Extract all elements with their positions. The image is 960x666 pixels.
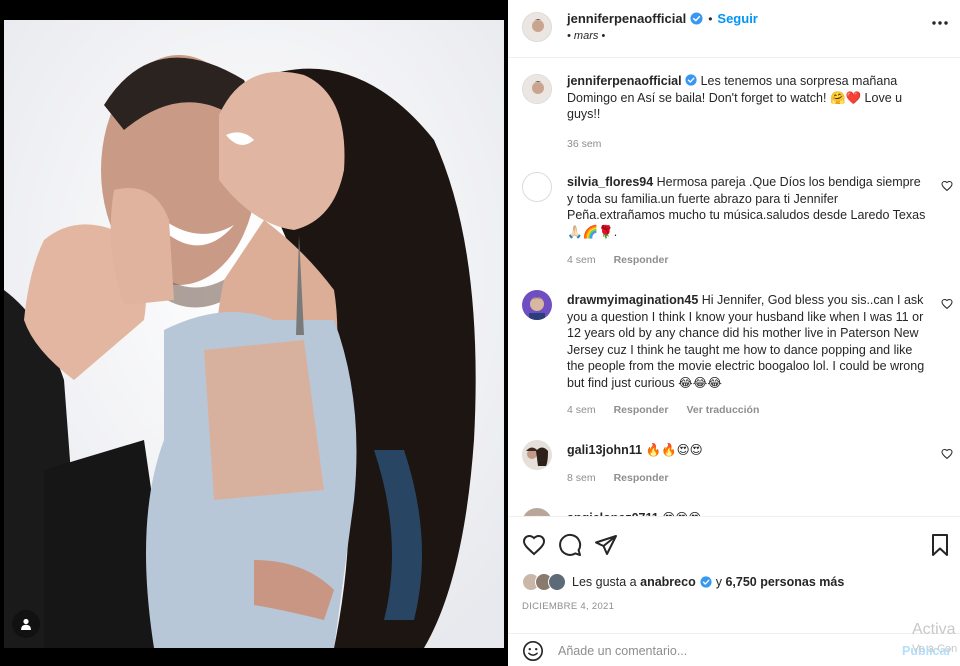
emoji-smiley-icon[interactable] — [522, 640, 544, 662]
comment-avatar[interactable] — [522, 508, 552, 516]
caption-time[interactable]: 36 sem — [567, 138, 601, 150]
comment-bubble-icon[interactable] — [558, 533, 582, 557]
avatar-image — [522, 440, 552, 470]
share-send-icon[interactable] — [594, 533, 618, 557]
author-avatar[interactable] — [522, 12, 552, 42]
comment-username[interactable]: silvia_flores94 — [567, 175, 653, 189]
caption-meta: 36 sem — [567, 138, 601, 150]
likes-connector: y — [715, 575, 722, 589]
likes-count[interactable]: 6,750 personas más — [725, 575, 844, 589]
comment-time[interactable]: 4 sem — [567, 254, 596, 266]
comment-avatar[interactable] — [522, 440, 552, 470]
caption-avatar[interactable] — [522, 74, 552, 104]
comment-meta: 8 sem Responder — [567, 472, 668, 484]
comment-meta: 4 sem Responder Ver traducción — [567, 404, 759, 416]
save-bookmark-icon[interactable] — [928, 533, 952, 557]
header-name-row: jenniferpenaofficial • Seguir — [567, 11, 758, 26]
caption-text: jenniferpenaofficial Les tenemos una sor… — [567, 73, 927, 123]
comment-time[interactable]: 8 sem — [567, 472, 596, 484]
comment-username[interactable]: drawmyimagination45 — [567, 293, 698, 307]
add-comment-input[interactable]: Añade un comentario... — [558, 644, 687, 658]
tagged-users-button[interactable] — [12, 610, 40, 638]
reply-button[interactable]: Responder — [614, 404, 669, 416]
likes-prefix: Les gusta a — [572, 575, 637, 589]
post-photo[interactable] — [4, 20, 504, 648]
like-comment-heart-icon[interactable] — [941, 180, 953, 192]
liker-username[interactable]: anabreco — [640, 575, 696, 589]
comment-body: Hi Jennifer, God bless you sis..can I as… — [567, 293, 925, 390]
like-comment-heart-icon[interactable] — [941, 298, 953, 310]
comment-time[interactable]: 4 sem — [567, 404, 596, 416]
activation-watermark: Activa — [912, 621, 956, 638]
post-media-panel — [0, 0, 508, 666]
see-translation-button[interactable]: Ver traducción — [686, 404, 759, 416]
verified-badge-icon — [685, 74, 697, 86]
caption-username[interactable]: jenniferpenaofficial — [567, 74, 682, 88]
reply-button[interactable]: Responder — [614, 472, 669, 484]
comment-text: drawmyimagination45 Hi Jennifer, God ble… — [567, 292, 927, 391]
comment-avatar[interactable] — [522, 290, 552, 320]
liker-avatar — [548, 573, 566, 591]
avatar-image — [522, 508, 552, 516]
follow-button[interactable]: Seguir — [717, 11, 757, 26]
comment-meta: 4 sem Responder — [567, 254, 668, 266]
like-heart-icon[interactable] — [522, 533, 546, 557]
add-comment-bar: Añade un comentario... Publicar — [508, 633, 960, 666]
verified-badge-icon — [700, 576, 712, 588]
activation-watermark-sub: Ve a Con — [912, 643, 958, 655]
likes-summary: Les gusta a anabreco y 6,750 personas má… — [522, 573, 844, 591]
comments-list[interactable]: jenniferpenaofficial Les tenemos una sor… — [508, 58, 960, 516]
comment-avatar[interactable] — [522, 172, 552, 202]
comment-text: silvia_flores94 Hermosa pareja .Que Díos… — [567, 174, 927, 240]
comment-username[interactable]: gali13john11 — [567, 443, 642, 457]
header-subtitle[interactable]: • mars • — [567, 30, 605, 42]
reply-button[interactable]: Responder — [614, 254, 669, 266]
user-icon — [21, 618, 31, 630]
post-sidebar: jenniferpenaofficial • Seguir • mars • j… — [508, 0, 960, 666]
post-header: jenniferpenaofficial • Seguir • mars • — [508, 0, 960, 58]
author-username[interactable]: jenniferpenaofficial — [567, 11, 686, 26]
comment-body: 🔥🔥😍😍 — [645, 443, 703, 457]
avatar-image — [523, 13, 551, 41]
post-date[interactable]: DICIEMBRE 4, 2021 — [522, 601, 614, 612]
verified-badge-icon — [690, 12, 703, 25]
post-actions: Les gusta a anabreco y 6,750 personas má… — [508, 516, 960, 666]
more-options-icon[interactable] — [931, 20, 949, 26]
avatar-image — [522, 290, 552, 320]
post-photo-illustration — [4, 20, 504, 648]
separator-dot: • — [708, 11, 713, 26]
avatar-image — [523, 75, 551, 103]
liker-avatars[interactable] — [522, 573, 566, 591]
like-comment-heart-icon[interactable] — [941, 448, 953, 460]
comment-text: gali13john11 🔥🔥😍😍 — [567, 442, 927, 459]
